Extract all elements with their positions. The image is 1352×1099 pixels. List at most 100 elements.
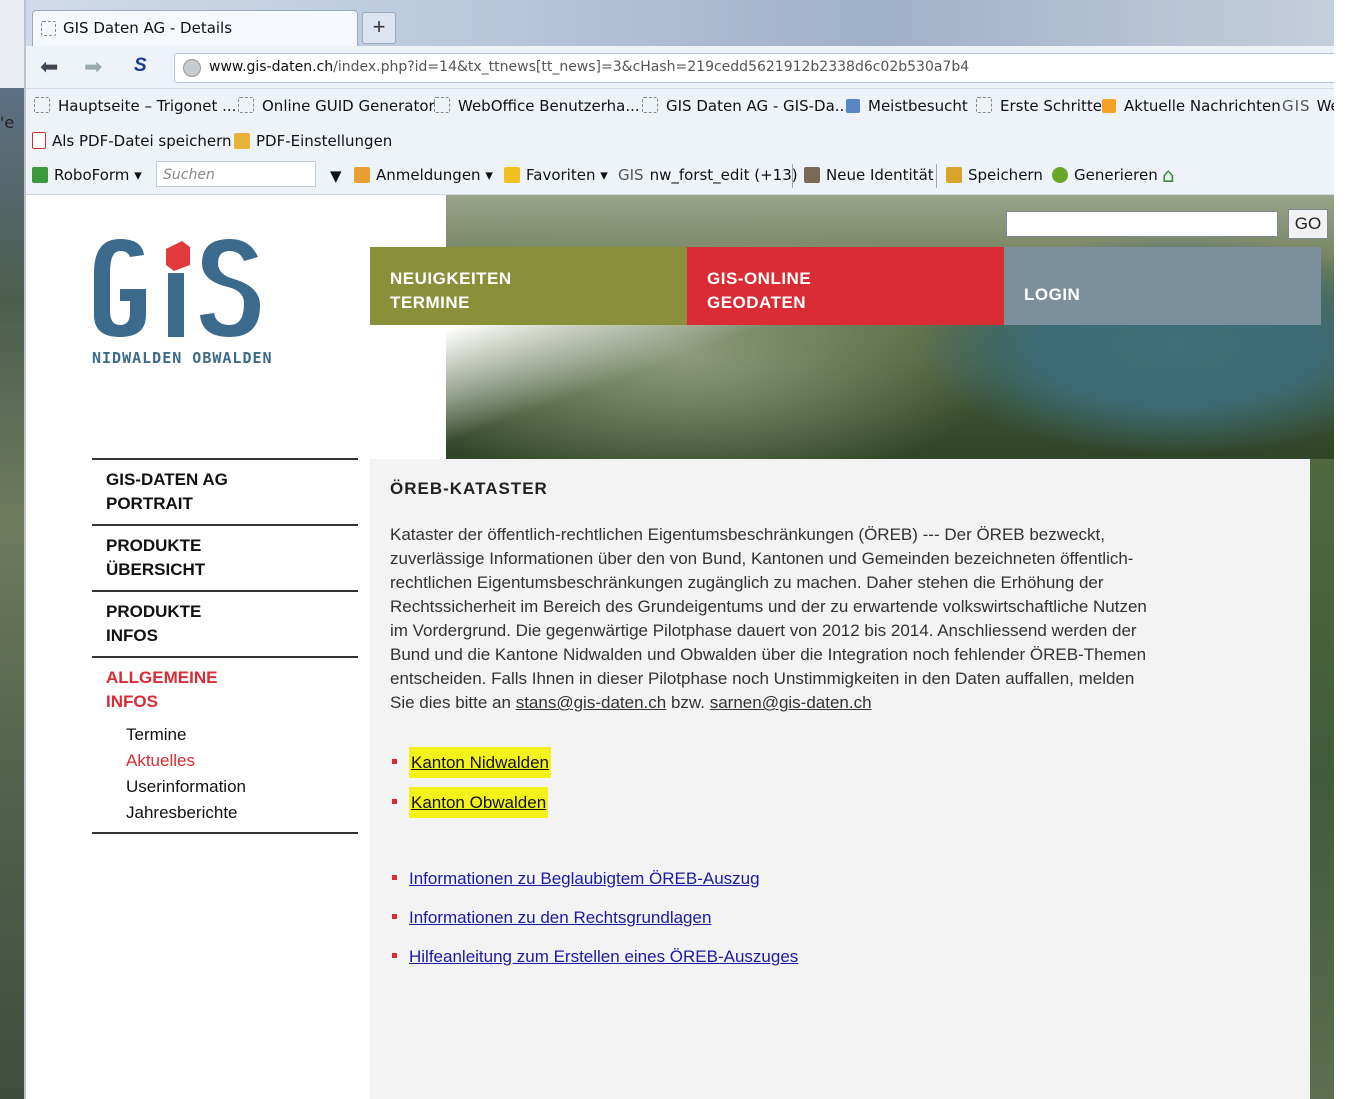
sidebar-sub-jahresberichte[interactable]: Jahresberichte: [92, 800, 358, 826]
list-item: Informationen zu den Rechtsgrundlagen: [392, 908, 711, 928]
main-content: ÖREB-KATASTER Kataster der öffentlich-re…: [370, 459, 1310, 1099]
addon-s-icon[interactable]: S: [134, 55, 147, 77]
background-window-text: 'e: [0, 113, 15, 132]
search-go-button[interactable]: GO: [1288, 209, 1328, 239]
roboform-menu[interactable]: RoboForm ▾: [32, 166, 142, 184]
sidebar-item-produkte-infos[interactable]: PRODUKTE INFOS: [92, 590, 358, 656]
bookmark-item[interactable]: GIS Daten AG - GIS-Da...: [642, 97, 849, 115]
forward-arrow-icon[interactable]: ➡: [84, 54, 102, 80]
new-identity-button[interactable]: Neue Identität: [804, 166, 934, 184]
pdf-file-icon: [32, 132, 46, 149]
rss-icon: [1102, 99, 1116, 113]
bookmark-item[interactable]: Online GUID Generator: [238, 97, 435, 115]
nav-line: GEODATEN: [707, 293, 807, 312]
globe-icon: [183, 59, 201, 77]
sidebar-label: ALLGEMEINE: [106, 668, 218, 687]
save-icon: [946, 167, 962, 183]
sidebar-sub-userinformation[interactable]: Userinformation: [92, 774, 358, 800]
nav-line: LOGIN: [1024, 285, 1081, 304]
link-beglaubigter-auszug[interactable]: Informationen zu Beglaubigtem ÖREB-Auszu…: [409, 869, 760, 888]
site-search-input[interactable]: [1006, 211, 1278, 237]
bookmark-item[interactable]: Hauptseite – Trigonet ...: [34, 97, 236, 115]
sidebar-sub-termine[interactable]: Termine: [92, 722, 358, 748]
sidebar-divider: [92, 832, 358, 834]
bookmark-item[interactable]: GISWe: [1282, 97, 1334, 115]
blue-folder-icon: [846, 99, 860, 113]
gis-icon: GIS: [1282, 97, 1311, 115]
logins-icon: [354, 167, 370, 183]
nav-line: NEUIGKEITEN: [390, 269, 512, 288]
save-as-pdf-button[interactable]: Als PDF-Datei speichern: [32, 132, 232, 150]
background-window: [0, 0, 26, 1099]
bookmark-item[interactable]: Erste Schritte: [976, 97, 1102, 115]
email-stans-link[interactable]: stans@gis-daten.ch: [516, 693, 667, 712]
pdf-settings-icon: [234, 133, 250, 149]
page-icon: [434, 97, 450, 113]
page-icon: [34, 97, 50, 113]
pdf-settings-button[interactable]: PDF-Einstellungen: [234, 132, 392, 150]
nav-neuigkeiten-termine[interactable]: NEUIGKEITEN TERMINE: [370, 247, 687, 325]
toolbar-separator: [936, 164, 937, 188]
logo-subtitle: NIDWALDEN OBWALDEN: [92, 349, 273, 367]
bullet-icon: [392, 875, 397, 880]
sidebar-label: PRODUKTE: [106, 602, 202, 621]
page-icon: [976, 97, 992, 113]
sidebar-label: PRODUKTE: [106, 536, 202, 555]
bookmark-item[interactable]: Aktuelle Nachrichten: [1102, 97, 1281, 115]
list-item: Informationen zu Beglaubigtem ÖREB-Auszu…: [392, 869, 760, 889]
generate-icon: [1052, 167, 1068, 183]
star-icon: [504, 167, 520, 183]
nav-line: GIS-ONLINE: [707, 269, 812, 288]
new-tab-button[interactable]: +: [362, 12, 396, 44]
browser-tab[interactable]: GIS Daten AG - Details: [32, 10, 358, 47]
email-sarnen-link[interactable]: sarnen@gis-daten.ch: [710, 693, 872, 712]
background-image-strip: [1310, 459, 1334, 1099]
navigation-bar: ⬅ ➡ S www.gis-daten.ch/index.php?id=14&t…: [26, 46, 1334, 89]
link-hilfeanleitung[interactable]: Hilfeanleitung zum Erstellen eines ÖREB-…: [409, 947, 798, 966]
toolbar-separator: [792, 164, 793, 188]
link-kanton-nidwalden[interactable]: Kanton Nidwalden: [409, 747, 551, 778]
sidebar-item-portrait[interactable]: GIS-DATEN AG PORTRAIT: [92, 458, 358, 524]
roboform-search-input[interactable]: Suchen: [156, 161, 316, 187]
roboform-icon: [32, 167, 48, 183]
tab-title: GIS Daten AG - Details: [63, 19, 233, 37]
pdf-toolbar: Als PDF-Datei speichern PDF-Einstellunge…: [26, 126, 1334, 158]
url-text[interactable]: www.gis-daten.ch/index.php?id=14&tx_ttne…: [209, 59, 969, 75]
sidebar-sub-aktuelles[interactable]: Aktuelles: [92, 748, 358, 774]
web-page: GO NIDWALDEN OBWALDEN NEUIGKEITEN TERMIN…: [26, 195, 1334, 1099]
generate-password-button[interactable]: Generieren: [1052, 166, 1158, 184]
sidebar-label: PORTRAIT: [106, 494, 193, 513]
sidebar-item-allgemeine-infos[interactable]: ALLGEMEINE INFOS: [92, 656, 358, 722]
bookmark-item[interactable]: WebOffice Benutzerha...: [434, 97, 640, 115]
nav-login[interactable]: LOGIN: [1004, 247, 1321, 325]
bullet-icon: [392, 759, 397, 764]
tab-strip: GIS Daten AG - Details +: [26, 0, 1334, 47]
paragraph-text: bzw.: [670, 693, 705, 712]
nav-line: TERMINE: [390, 293, 470, 312]
page-title: ÖREB-KATASTER: [390, 479, 548, 498]
list-item: Kanton Obwalden: [392, 787, 549, 818]
gis-icon: GIS: [618, 166, 644, 184]
link-kanton-obwalden[interactable]: Kanton Obwalden: [409, 787, 549, 818]
favorites-menu[interactable]: Favoriten ▾: [504, 166, 608, 184]
save-login-button[interactable]: Speichern: [946, 166, 1043, 184]
bookmark-item[interactable]: Meistbesucht: [846, 97, 968, 115]
paragraph-text: Kataster der öffentlich-rechtlichen Eige…: [390, 525, 1147, 712]
sidebar-label: GIS-DATEN AG: [106, 470, 228, 489]
chevron-down-icon[interactable]: ▼: [330, 167, 342, 185]
logins-menu[interactable]: Anmeldungen ▾: [354, 166, 493, 184]
page-icon: [41, 21, 56, 36]
link-rechtsgrundlagen[interactable]: Informationen zu den Rechtsgrundlagen: [409, 908, 711, 927]
bullet-icon: [392, 953, 397, 958]
browser-window: GIS Daten AG - Details + ⬅ ➡ S www.gis-d…: [26, 0, 1334, 1099]
nav-gis-online-geodaten[interactable]: GIS-ONLINE GEODATEN: [687, 247, 1004, 325]
address-bar[interactable]: www.gis-daten.ch/index.php?id=14&tx_ttne…: [174, 53, 1334, 83]
sidebar-item-produkte-uebersicht[interactable]: PRODUKTE ÜBERSICHT: [92, 524, 358, 590]
sidebar-label: ÜBERSICHT: [106, 560, 206, 579]
home-icon[interactable]: ⌂: [1162, 163, 1175, 187]
bullet-icon: [392, 914, 397, 919]
list-item: Kanton Nidwalden: [392, 747, 551, 778]
page-icon: [238, 97, 254, 113]
back-arrow-icon[interactable]: ⬅: [40, 54, 58, 80]
recent-login-button[interactable]: GIS nw_forst_edit (+13): [618, 166, 798, 184]
